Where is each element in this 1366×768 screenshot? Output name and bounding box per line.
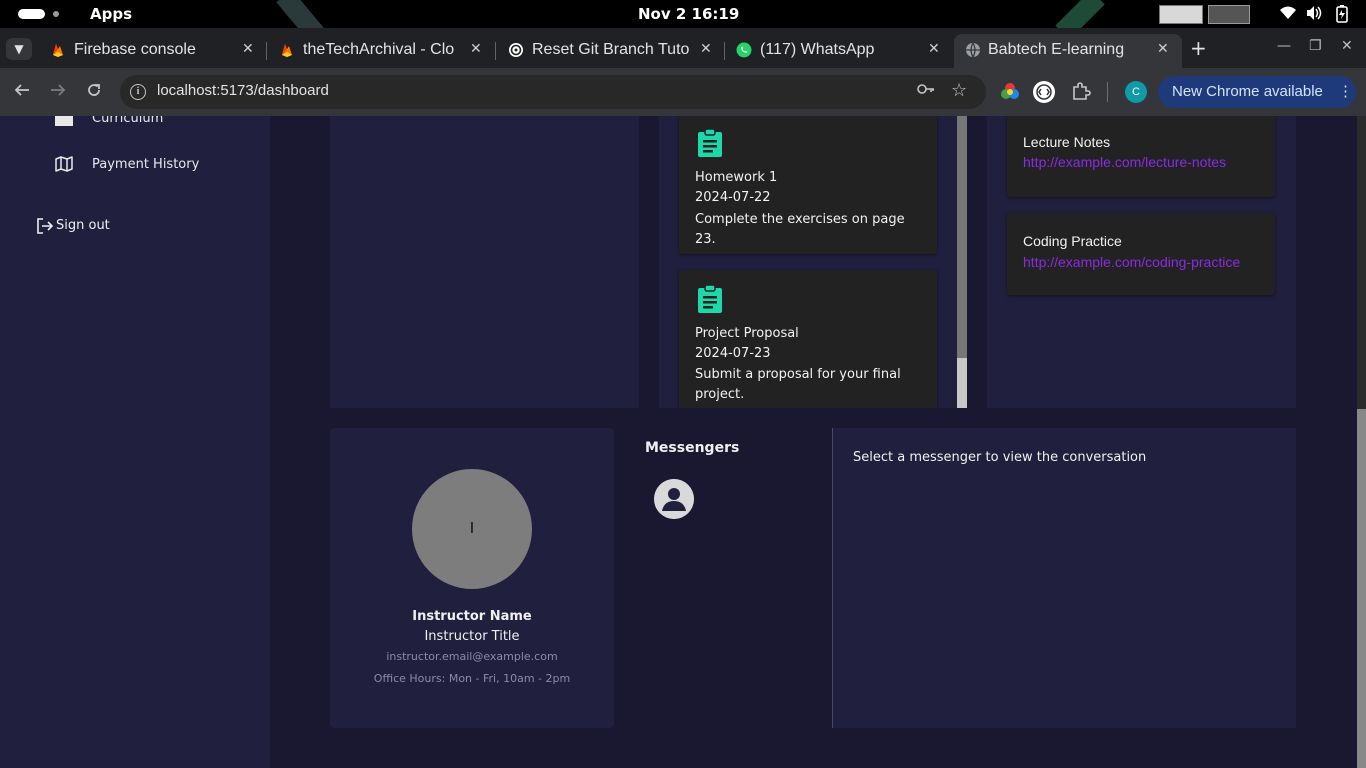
sidebar-item-label: Curriculum: [92, 116, 164, 126]
conversation-panel: Select a messenger to view the conversat…: [832, 428, 1296, 728]
bookmark-star-icon[interactable]: ☆: [951, 80, 967, 101]
clipboard-icon: [698, 128, 722, 157]
volume-icon[interactable]: [1305, 5, 1323, 25]
assignment-card[interactable]: Homework 1 2024-07-22 Complete the exerc…: [679, 116, 937, 254]
tab-divider: [724, 42, 725, 60]
workspace-active-pill: [18, 9, 45, 19]
assignments-panel: Homework 1 2024-07-22 Complete the exerc…: [659, 116, 967, 408]
tab-title: Babtech E-learning: [988, 41, 1125, 58]
workspace-dot: [53, 11, 59, 17]
instructor-avatar: I: [412, 469, 532, 589]
address-bar[interactable]: i localhost:5173/dashboard ☆: [120, 75, 986, 109]
map-icon: [55, 156, 73, 172]
person-icon: [654, 479, 694, 519]
toolbar-divider: [1107, 82, 1108, 102]
forward-arrow-icon[interactable]: [50, 82, 66, 103]
reload-icon[interactable]: [86, 82, 102, 103]
tab-title: Reset Git Branch Tuto: [532, 41, 690, 58]
resources-panel: Lecture Notes http://example.com/lecture…: [987, 116, 1296, 408]
url-text[interactable]: localhost:5173/dashboard: [157, 82, 329, 99]
back-arrow-icon[interactable]: [14, 82, 30, 103]
messengers-heading: Messengers: [645, 440, 740, 456]
close-window-icon[interactable]: ✕: [1341, 38, 1353, 54]
globe-icon: [966, 42, 980, 58]
resource-card: Lecture Notes http://example.com/lecture…: [1007, 116, 1275, 197]
instructor-card: I Instructor Name Instructor Title instr…: [330, 428, 614, 728]
assignment-title: Project Proposal: [695, 326, 799, 341]
system-top-bar: Apps Nov 2 16:19: [0, 0, 1366, 41]
sidebar: Curriculum Payment History Sign out: [0, 116, 270, 768]
sidebar-item-label: Payment History: [92, 157, 200, 172]
tab-firebase-console[interactable]: Firebase console ✕: [50, 34, 260, 68]
battery-icon[interactable]: [1335, 5, 1349, 27]
tab-search-button[interactable]: ▼: [6, 38, 32, 60]
tab-divider: [266, 42, 267, 60]
conversation-placeholder: Select a messenger to view the conversat…: [853, 450, 1147, 465]
scrollbar-thumb[interactable]: [1357, 409, 1366, 768]
wifi-icon[interactable]: [1279, 5, 1297, 25]
book-icon: [55, 116, 73, 126]
resource-card: Coding Practice http://example.com/codin…: [1007, 213, 1275, 295]
sign-out-label: Sign out: [56, 218, 110, 233]
devtools-extension-icon[interactable]: [1033, 81, 1055, 103]
activities-indicator[interactable]: [18, 9, 59, 19]
tab-whatsapp[interactable]: (117) WhatsApp ✕: [736, 34, 946, 68]
tab-title: Firebase console: [74, 41, 196, 58]
tab-title: (117) WhatsApp: [760, 41, 875, 58]
close-tab-icon[interactable]: ✕: [242, 40, 254, 57]
assignment-description: Complete the exercises on page 23.: [695, 212, 905, 247]
page-scrollbar[interactable]: [1357, 116, 1366, 768]
scrollbar-thumb[interactable]: [957, 116, 967, 358]
resource-link[interactable]: http://example.com/lecture-notes: [1023, 154, 1226, 170]
browser-tab-strip: ▼ Firebase console ✕ theTechArchival - C…: [0, 28, 1366, 68]
openai-icon: [509, 43, 523, 57]
close-tab-icon[interactable]: ✕: [928, 40, 940, 57]
site-info-icon[interactable]: i: [130, 84, 146, 100]
new-chrome-available-button[interactable]: New Chrome available ⋮: [1158, 76, 1356, 108]
password-key-icon[interactable]: [917, 82, 935, 100]
tab-babtech-elearning[interactable]: Babtech E-learning ✕: [954, 34, 1182, 68]
update-button-label: New Chrome available: [1172, 83, 1323, 100]
apps-menu[interactable]: Apps: [90, 5, 132, 23]
extensions-puzzle-icon[interactable]: [1071, 81, 1093, 103]
browser-toolbar: i localhost:5173/dashboard ☆ C New Chrom…: [0, 68, 1366, 116]
instructor-title: Instructor Title: [424, 629, 520, 644]
assignment-title: Homework 1: [695, 170, 778, 185]
tab-thetecharchival[interactable]: theTechArchival - Clo ✕: [279, 34, 489, 68]
kebab-menu-icon[interactable]: ⋮: [1338, 82, 1353, 100]
color-picker-extension-icon[interactable]: [999, 81, 1021, 103]
instructor-office-hours: Office Hours: Mon - Fri, 10am - 2pm: [373, 672, 571, 685]
messenger-avatar[interactable]: [654, 479, 694, 519]
assignment-description: Submit a proposal for your final project…: [695, 367, 901, 402]
assignments-scrollbar[interactable]: [957, 116, 967, 408]
resource-name: Coding Practice: [1023, 233, 1122, 249]
dashboard-page: Curriculum Payment History Sign out Home…: [0, 116, 1366, 768]
firebase-icon: [53, 44, 63, 57]
minimize-icon[interactable]: —: [1277, 38, 1291, 54]
screen-thumbnail-2[interactable]: [1208, 5, 1250, 24]
clipboard-icon: [698, 284, 722, 313]
instructor-email: instructor.email@example.com: [386, 650, 558, 663]
tab-divider: [495, 42, 496, 60]
tab-title: theTechArchival - Clo: [303, 41, 455, 58]
assignment-date: 2024-07-23: [695, 346, 771, 361]
resource-name: Lecture Notes: [1023, 134, 1111, 150]
new-tab-button[interactable]: +: [1190, 36, 1207, 60]
course-panel: [330, 116, 639, 408]
sign-out-icon: [37, 218, 54, 234]
profile-avatar[interactable]: C: [1125, 81, 1147, 103]
close-tab-icon[interactable]: ✕: [1157, 40, 1169, 57]
assignment-date: 2024-07-22: [695, 190, 771, 205]
whatsapp-icon: [736, 42, 752, 58]
instructor-name: Instructor Name: [412, 609, 532, 624]
assignment-card[interactable]: Project Proposal 2024-07-23 Submit a pro…: [679, 270, 937, 408]
close-tab-icon[interactable]: ✕: [700, 40, 712, 57]
maximize-icon[interactable]: ❐: [1309, 38, 1322, 54]
firebase-icon: [282, 44, 292, 57]
resource-link[interactable]: http://example.com/coding-practice: [1023, 254, 1240, 270]
close-tab-icon[interactable]: ✕: [470, 40, 482, 57]
screen-thumbnail-1[interactable]: [1159, 5, 1203, 24]
tab-reset-git-branch[interactable]: Reset Git Branch Tuto ✕: [508, 34, 718, 68]
clock[interactable]: Nov 2 16:19: [638, 5, 739, 23]
